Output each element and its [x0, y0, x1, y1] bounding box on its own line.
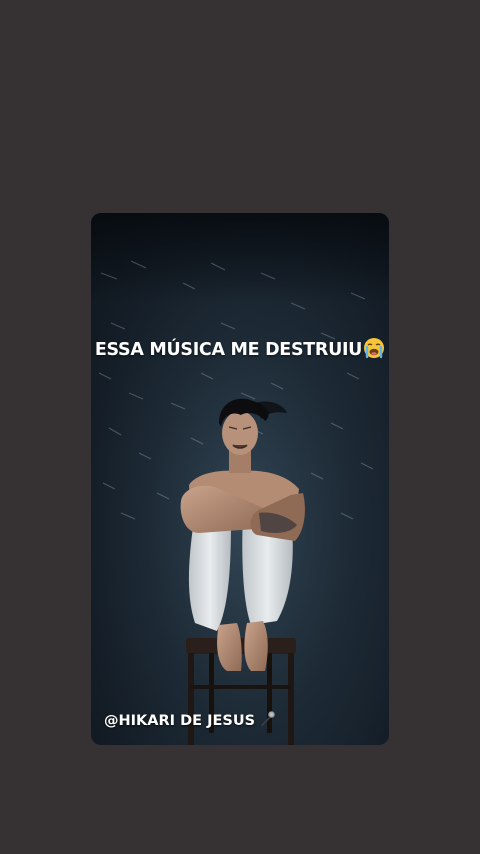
- story-media[interactable]: ESSA MÚSICA ME DESTRUIU @HIKARI DE JESUS: [91, 213, 389, 745]
- top-shadow: [91, 213, 389, 303]
- credit-text[interactable]: @HIKARI DE JESUS: [104, 713, 255, 729]
- credit-mention[interactable]: @HIKARI DE JESUS: [104, 710, 276, 729]
- story-viewer: ESSA MÚSICA ME DESTRUIU @HIKARI DE JESUS: [0, 0, 480, 854]
- microphone-icon: [258, 710, 276, 728]
- story-caption: ESSA MÚSICA ME DESTRUIU: [91, 337, 389, 360]
- loudly-crying-face-icon: [363, 337, 385, 359]
- photo-scene: [91, 213, 389, 745]
- caption-text: ESSA MÚSICA ME DESTRUIU: [94, 340, 363, 360]
